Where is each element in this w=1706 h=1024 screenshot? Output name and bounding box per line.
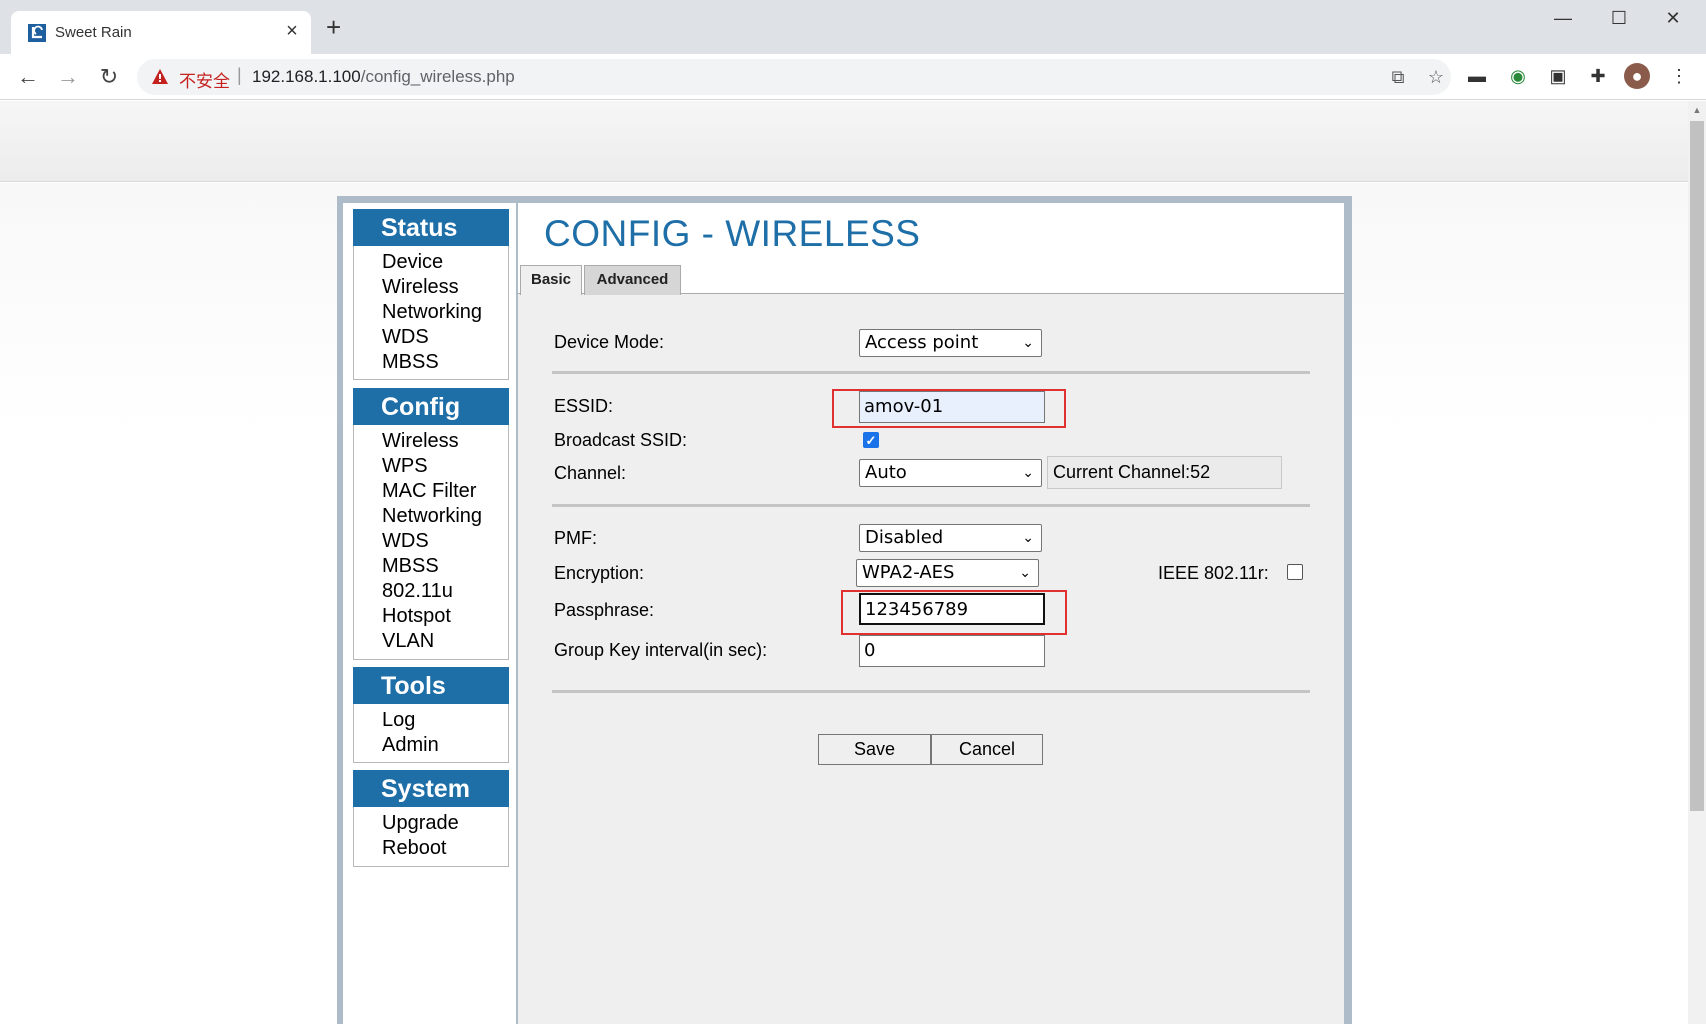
menu-system: Upgrade Reboot	[353, 807, 509, 867]
channel-value: Auto	[865, 462, 907, 483]
site-logo-icon	[28, 24, 46, 42]
menu-status: Device Wireless Networking WDS MBSS	[353, 246, 509, 380]
menu-item-tools-log[interactable]: Log	[354, 708, 508, 733]
cancel-button[interactable]: Cancel	[931, 734, 1043, 765]
group-key-interval-label: Group Key interval(in sec):	[554, 640, 768, 660]
menu-item-status-networking[interactable]: Networking	[354, 300, 508, 325]
page-header-banner	[0, 101, 1688, 182]
browser-menu-icon[interactable]: ⋮	[1666, 63, 1692, 89]
scroll-up-icon[interactable]: ▲	[1688, 101, 1706, 119]
back-icon[interactable]: ←	[13, 62, 43, 92]
menu-item-config-mbss[interactable]: MBSS	[354, 554, 508, 579]
menu-item-status-mbss[interactable]: MBSS	[354, 350, 508, 375]
tab-close-icon[interactable]: ×	[281, 20, 303, 43]
extension-mask-icon[interactable]: ▬	[1464, 63, 1490, 89]
menu-item-status-wds[interactable]: WDS	[354, 325, 508, 350]
current-channel-display: Current Channel:52	[1047, 456, 1282, 489]
ieee-80211r-label: IEEE 802.11r:	[1158, 563, 1269, 583]
tab-title: Sweet Rain	[55, 24, 132, 41]
profile-avatar[interactable]: ●	[1624, 63, 1650, 89]
menu-item-status-wireless[interactable]: Wireless	[354, 275, 508, 300]
page-title: CONFIG - WIRELESS	[544, 213, 921, 254]
channel-select[interactable]: Auto ⌄	[859, 459, 1042, 487]
channel-label: Channel:	[554, 463, 627, 483]
menu-item-config-mac-filter[interactable]: MAC Filter	[354, 479, 508, 504]
forward-icon[interactable]: →	[53, 62, 83, 92]
browser-tab[interactable]: Sweet Rain ×	[11, 11, 311, 54]
new-tab-icon[interactable]: +	[326, 14, 341, 40]
extension-globe-icon[interactable]: ◉	[1505, 63, 1531, 89]
pmf-label: PMF:	[554, 528, 597, 548]
url-host: 192.168.1.100	[252, 67, 361, 86]
menu-item-system-upgrade[interactable]: Upgrade	[354, 811, 508, 836]
translate-icon[interactable]: ⧉	[1387, 66, 1409, 88]
maximize-icon[interactable]: ☐	[1596, 8, 1642, 32]
menu-item-config-wps[interactable]: WPS	[354, 454, 508, 479]
page-scrollbar[interactable]: ▲	[1688, 101, 1706, 1024]
chevron-down-icon: ⌄	[1022, 530, 1034, 546]
menu-item-config-vlan[interactable]: VLAN	[354, 629, 508, 654]
passphrase-label: Passphrase:	[554, 600, 655, 620]
essid-input[interactable]: amov-01	[859, 391, 1045, 423]
device-mode-value: Access point	[865, 332, 979, 353]
menu-item-config-networking[interactable]: Networking	[354, 504, 508, 529]
device-mode-label: Device Mode:	[554, 332, 665, 352]
minimize-icon[interactable]: —	[1540, 8, 1586, 32]
menu-item-config-wds[interactable]: WDS	[354, 529, 508, 554]
chevron-down-icon: ⌄	[1022, 335, 1034, 351]
tab-basic[interactable]: Basic	[520, 265, 582, 295]
scrollbar-thumb[interactable]	[1690, 121, 1704, 811]
url-path: /config_wireless.php	[360, 67, 515, 86]
url-separator: |	[237, 65, 242, 85]
warning-icon	[152, 69, 168, 84]
menu-heading-config: Config	[353, 388, 509, 425]
menu-config: Wireless WPS MAC Filter Networking WDS M…	[353, 425, 509, 660]
close-window-icon[interactable]: ✕	[1650, 8, 1696, 32]
encryption-select[interactable]: WPA2-AES ⌄	[856, 559, 1039, 587]
address-bar[interactable]: 不安全 | 192.168.1.100/config_wireless.php …	[137, 59, 1451, 95]
url-text[interactable]: 192.168.1.100/config_wireless.php	[252, 67, 515, 87]
menu-item-tools-admin[interactable]: Admin	[354, 733, 508, 758]
chevron-down-icon: ⌄	[1022, 465, 1034, 481]
pmf-select[interactable]: Disabled ⌄	[859, 524, 1042, 552]
settings-tabs: Basic Advanced	[518, 263, 1344, 295]
broadcast-ssid-checkbox[interactable]: ✓	[863, 432, 879, 448]
encryption-value: WPA2-AES	[862, 562, 955, 583]
menu-heading-tools: Tools	[353, 667, 509, 704]
browser-tab-bar: Sweet Rain × + — ☐ ✕	[0, 0, 1706, 54]
pmf-value: Disabled	[865, 527, 944, 548]
menu-heading-system: System	[353, 770, 509, 807]
bookmark-star-icon[interactable]: ☆	[1425, 66, 1447, 88]
extensions-puzzle-icon[interactable]: ✚	[1585, 63, 1611, 89]
ieee-80211r-checkbox[interactable]	[1287, 564, 1303, 580]
menu-item-status-device[interactable]: Device	[354, 250, 508, 275]
essid-label: ESSID:	[554, 396, 614, 416]
title-area: CONFIG - WIRELESS	[518, 203, 1344, 263]
extension-game-icon[interactable]: ▣	[1545, 63, 1571, 89]
tab-advanced[interactable]: Advanced	[584, 265, 681, 295]
menu-item-config-wireless[interactable]: Wireless	[354, 429, 508, 454]
save-button[interactable]: Save	[818, 734, 931, 765]
browser-toolbar: ← → ↻ 不安全 | 192.168.1.100/config_wireles…	[0, 54, 1706, 100]
broadcast-ssid-label: Broadcast SSID:	[554, 430, 688, 450]
divider	[552, 371, 1310, 374]
menu-item-system-reboot[interactable]: Reboot	[354, 836, 508, 861]
encryption-label: Encryption:	[554, 563, 645, 583]
chevron-down-icon: ⌄	[1019, 565, 1031, 581]
divider	[552, 690, 1310, 693]
menu-heading-status: Status	[353, 209, 509, 246]
security-status[interactable]: 不安全	[179, 67, 230, 92]
divider	[552, 504, 1310, 507]
device-mode-select[interactable]: Access point ⌄	[859, 329, 1042, 357]
menu-item-config-80211u[interactable]: 802.11u	[354, 579, 508, 604]
passphrase-input[interactable]: 123456789	[859, 593, 1045, 625]
menu-item-config-hotspot[interactable]: Hotspot	[354, 604, 508, 629]
group-key-interval-input[interactable]: 0	[859, 635, 1045, 667]
menu-tools: Log Admin	[353, 704, 509, 763]
reload-icon[interactable]: ↻	[94, 62, 124, 92]
